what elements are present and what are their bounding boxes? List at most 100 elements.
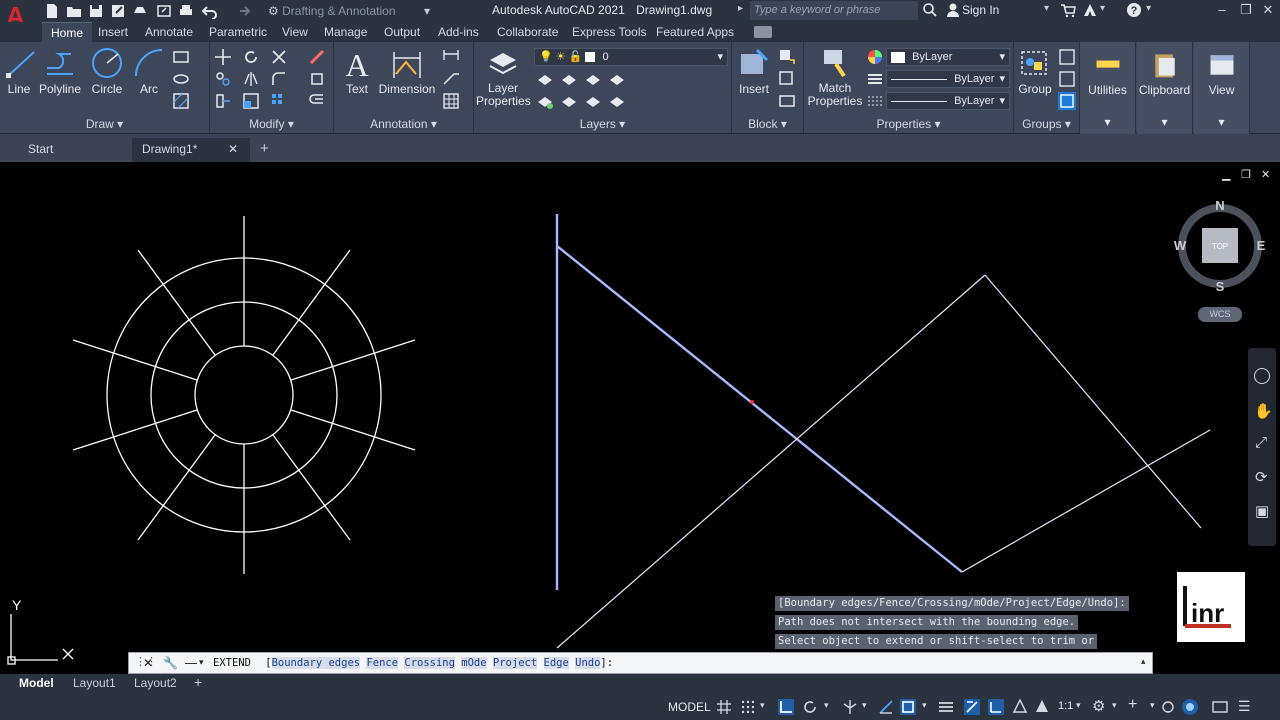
long-diagonal-line[interactable] bbox=[556, 274, 986, 649]
open-web-icon[interactable] bbox=[132, 3, 148, 19]
compass-east[interactable]: E bbox=[1257, 238, 1266, 253]
steering-wheel-icon[interactable] bbox=[1254, 368, 1270, 384]
ellipse-icon[interactable] bbox=[172, 70, 190, 88]
restore-icon[interactable]: ❐ bbox=[1238, 2, 1254, 18]
insert-block-button[interactable]: Insert bbox=[734, 46, 774, 96]
help-icon[interactable]: ? bbox=[1126, 2, 1142, 21]
diagonal-line[interactable] bbox=[556, 245, 963, 573]
mirror-icon[interactable] bbox=[242, 70, 260, 88]
object-snap-icon[interactable] bbox=[900, 699, 916, 715]
match-layer-icon[interactable] bbox=[560, 92, 578, 110]
plot-icon[interactable] bbox=[178, 3, 194, 19]
utilities-button[interactable]: Utilities ▾ bbox=[1080, 42, 1136, 134]
radial-line[interactable] bbox=[137, 434, 216, 541]
hardware-acceleration-icon[interactable] bbox=[1182, 699, 1198, 715]
group-button[interactable]: Group bbox=[1014, 46, 1056, 96]
wcs-menu[interactable]: WCS bbox=[1198, 307, 1242, 322]
stretch-icon[interactable] bbox=[214, 92, 232, 110]
share-icon[interactable] bbox=[156, 3, 172, 19]
inner-circle[interactable] bbox=[194, 345, 294, 445]
layer-previous-icon[interactable] bbox=[584, 92, 602, 110]
ungroup-icon[interactable] bbox=[1058, 48, 1076, 66]
open-folder-icon[interactable] bbox=[66, 3, 82, 19]
customize-wrench-icon[interactable]: 🔧 bbox=[163, 656, 178, 670]
chevron-down-icon[interactable]: ▾ bbox=[824, 700, 829, 711]
linear-dim-icon[interactable] bbox=[442, 48, 460, 66]
isolate-objects-icon[interactable] bbox=[1160, 699, 1176, 715]
chevron-down-icon[interactable]: ▾ bbox=[1100, 3, 1105, 14]
compass-west[interactable]: W bbox=[1174, 238, 1187, 253]
circle-figure[interactable] bbox=[72, 216, 416, 574]
tab-home[interactable]: Home bbox=[42, 22, 93, 42]
search-icon[interactable] bbox=[922, 2, 938, 21]
option-edge[interactable]: Edge bbox=[543, 657, 569, 669]
bottom-right-line[interactable] bbox=[961, 429, 1211, 573]
offset-icon[interactable] bbox=[308, 92, 326, 110]
layer-freeze-icon[interactable] bbox=[584, 70, 602, 88]
line-tool[interactable]: Line bbox=[4, 46, 35, 96]
text-tool[interactable]: A Text bbox=[340, 46, 374, 96]
auto-scale-icon[interactable] bbox=[1034, 699, 1050, 715]
ortho-icon[interactable] bbox=[778, 699, 794, 715]
expand-arrow-icon[interactable]: ▸ bbox=[738, 3, 743, 14]
search-input[interactable]: Type a keyword or phrase bbox=[750, 1, 918, 20]
workspace-selector[interactable]: ⚙ Drafting & Annotation ▾ bbox=[268, 2, 448, 20]
new-tab-icon[interactable]: + bbox=[260, 140, 269, 157]
snap-icon[interactable] bbox=[740, 699, 756, 715]
match-properties-button[interactable]: Match Properties bbox=[806, 46, 864, 108]
fillet-icon[interactable] bbox=[270, 70, 288, 88]
polyline-tool[interactable]: Polyline bbox=[38, 46, 82, 96]
open-polyline[interactable] bbox=[556, 274, 1211, 649]
recent-commands-icon[interactable] bbox=[185, 663, 197, 664]
option-mode[interactable]: mOde bbox=[461, 657, 487, 669]
option-fence[interactable]: Fence bbox=[366, 657, 399, 669]
tab-layout2[interactable]: Layout2 bbox=[134, 676, 177, 690]
leader-icon[interactable] bbox=[442, 70, 460, 88]
block-panel-title[interactable]: Block ▾ bbox=[732, 117, 803, 131]
new-file-icon[interactable] bbox=[44, 3, 60, 19]
chevron-down-icon[interactable]: ▾ bbox=[1146, 3, 1151, 14]
file-tab-drawing1[interactable]: Drawing1* ✕ bbox=[132, 138, 250, 162]
tab-output[interactable]: Output bbox=[384, 25, 420, 39]
clean-screen-icon[interactable] bbox=[1212, 699, 1228, 715]
viewport-restore-icon[interactable]: ❐ bbox=[1241, 168, 1251, 181]
layer-unlock-icon[interactable] bbox=[608, 92, 626, 110]
color-dropdown[interactable]: ByLayer ▾ bbox=[886, 48, 1010, 66]
tab-view[interactable]: View bbox=[282, 25, 308, 39]
radial-line[interactable] bbox=[272, 249, 351, 356]
model-space-toggle[interactable]: MODEL bbox=[668, 700, 711, 714]
layer-properties-button[interactable]: Layer Properties bbox=[476, 46, 531, 108]
workspace-gear-icon[interactable]: ⚙ bbox=[1092, 697, 1105, 715]
radial-line[interactable] bbox=[72, 339, 198, 381]
properties-panel-title[interactable]: Properties ▾ bbox=[804, 117, 1013, 131]
pan-icon[interactable]: ✋ bbox=[1254, 402, 1273, 420]
edit-block-icon[interactable] bbox=[778, 70, 796, 88]
viewcube[interactable]: TOP N S W E bbox=[1174, 198, 1266, 294]
rectangle-icon[interactable] bbox=[172, 48, 190, 66]
array-icon[interactable] bbox=[270, 92, 288, 110]
cart-icon[interactable] bbox=[1060, 2, 1076, 21]
dimension-tool[interactable]: Dimension bbox=[378, 46, 436, 96]
rotate-icon[interactable] bbox=[242, 48, 260, 66]
chevron-down-icon[interactable]: ▾ bbox=[760, 700, 765, 711]
orbit-icon[interactable]: ⟳ bbox=[1255, 468, 1268, 486]
move-icon[interactable] bbox=[214, 48, 232, 66]
command-line[interactable]: ⋮⋮ ✕ 🔧 ▾ EXTEND [Boundary edges Fence Cr… bbox=[128, 652, 1153, 674]
view-button[interactable]: View ▾ bbox=[1194, 42, 1250, 134]
hatch-icon[interactable] bbox=[172, 92, 190, 110]
undo-icon[interactable] bbox=[201, 3, 218, 20]
circle-tool[interactable]: Circle bbox=[88, 46, 126, 96]
chevron-down-icon[interactable]: ▾ bbox=[199, 657, 204, 668]
selection-cycling-icon[interactable] bbox=[964, 699, 980, 715]
radial-line[interactable] bbox=[272, 434, 351, 541]
viewport-minimize-icon[interactable]: ▁ bbox=[1222, 168, 1230, 181]
radial-line[interactable] bbox=[290, 339, 416, 381]
sign-in-link[interactable]: Sign In bbox=[962, 3, 999, 17]
option-crossing[interactable]: Crossing bbox=[404, 657, 455, 669]
layer-isolate-icon[interactable] bbox=[560, 70, 578, 88]
command-prompt[interactable]: EXTEND [Boundary edges Fence Crossing mO… bbox=[213, 657, 613, 669]
chevron-down-icon[interactable]: ▾ bbox=[1150, 700, 1155, 711]
tab-manage[interactable]: Manage bbox=[324, 25, 367, 39]
minimize-icon[interactable]: – bbox=[1214, 2, 1230, 18]
user-icon[interactable] bbox=[946, 2, 960, 21]
